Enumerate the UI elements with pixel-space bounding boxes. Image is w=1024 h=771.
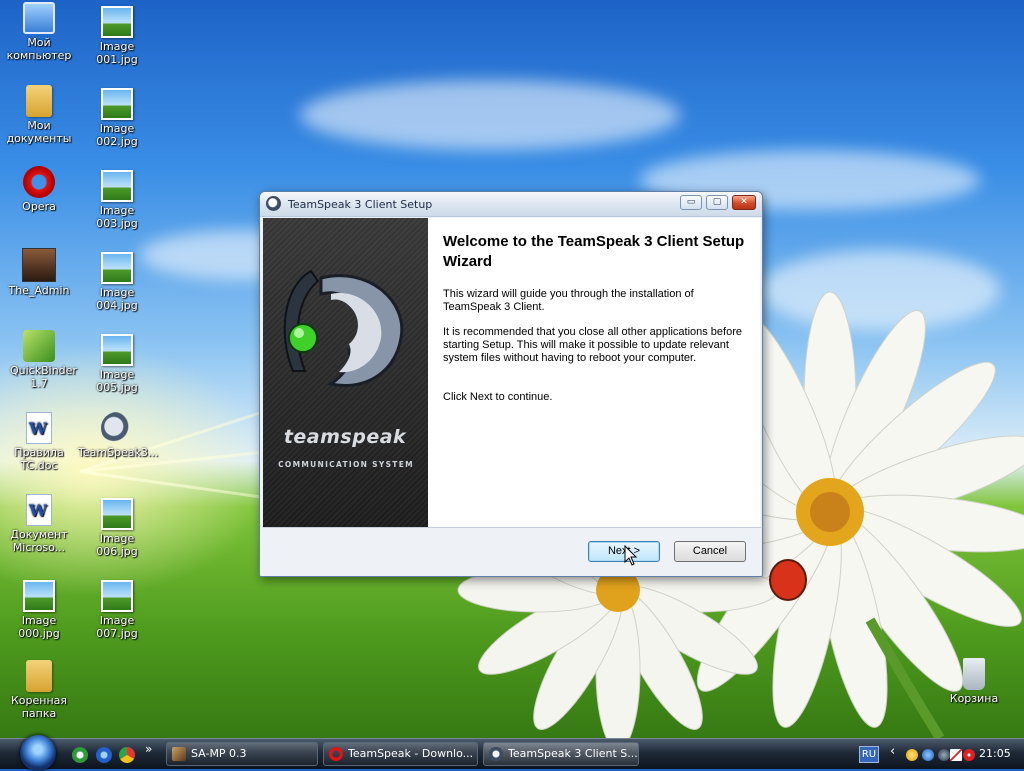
taskbar-item-label: SA-MP 0.3: [191, 747, 247, 760]
window-titlebar[interactable]: TeamSpeak 3 Client Setup ▭ ▢ ✕: [260, 192, 762, 217]
opera-icon: [23, 166, 55, 198]
desktop-icon-ms-document[interactable]: Документ Microso...: [0, 494, 78, 554]
taskbar-item-opera[interactable]: TeamSpeak - Downlo...: [323, 742, 478, 766]
taskbar-item-label: TeamSpeak 3 Client S...: [508, 747, 638, 760]
desktop-icon-image-000[interactable]: Image 000.jpg: [0, 580, 78, 640]
image-file-icon: [101, 6, 133, 38]
mouse-cursor-icon: [624, 545, 638, 566]
word-document-icon: [26, 412, 52, 444]
desktop-icon-opera[interactable]: Opera: [0, 166, 78, 213]
close-button[interactable]: ✕: [732, 195, 756, 210]
desktop-icon-label: Image 003.jpg: [96, 204, 138, 230]
samp-icon: [172, 747, 186, 761]
taskbar-item-teamspeak-setup[interactable]: TeamSpeak 3 Client S...: [483, 742, 639, 766]
tray-stop-icon[interactable]: [963, 749, 975, 761]
wizard-content: Welcome to the TeamSpeak 3 Client Setup …: [428, 218, 760, 527]
opera-icon: [329, 747, 343, 761]
desktop-icon-label: Мой компьютер: [6, 36, 72, 62]
desktop-icon-rules-doc[interactable]: Правила TC.doc: [0, 412, 78, 472]
desktop-icon-image-002[interactable]: Image 002.jpg: [78, 88, 156, 148]
language-indicator[interactable]: RU: [859, 746, 879, 763]
folder-icon: [26, 660, 52, 692]
image-file-icon: [101, 334, 133, 366]
ladybug-icon: [769, 559, 807, 601]
tray-expand-button[interactable]: ‹: [890, 744, 895, 759]
desktop-icon-label: Image 002.jpg: [96, 122, 138, 148]
desktop-icon-label: Image 007.jpg: [96, 614, 138, 640]
separator: [263, 527, 761, 528]
maximize-button[interactable]: ▢: [706, 195, 728, 210]
recycle-bin-icon: [963, 658, 985, 690]
brand-tagline: COMMUNICATION SYSTEM: [278, 460, 414, 469]
taskbar: » SA-MP 0.3 TeamSpeak - Downlo... TeamSp…: [0, 735, 1024, 771]
desktop-icon-my-computer[interactable]: Мой компьютер: [0, 2, 78, 62]
desktop-icon-image-003[interactable]: Image 003.jpg: [78, 170, 156, 230]
minimize-button[interactable]: ▭: [680, 195, 702, 210]
desktop-icon-the-admin[interactable]: The_Admin: [0, 248, 78, 297]
wizard-heading: Welcome to the TeamSpeak 3 Client Setup …: [443, 233, 745, 270]
desktop-icon-image-001[interactable]: Image 001.jpg: [78, 6, 156, 66]
image-file-icon: [101, 252, 133, 284]
teamspeak-icon: [489, 747, 503, 761]
desktop-icon-my-documents[interactable]: Мои документы: [0, 85, 78, 145]
desktop-icon-image-005[interactable]: Image 005.jpg: [78, 334, 156, 394]
desktop-icon-label: Image 006.jpg: [96, 532, 138, 558]
desktop-icon-teamspeak3[interactable]: TeamSpeak3...: [78, 412, 159, 459]
cancel-button[interactable]: Cancel: [674, 541, 746, 562]
ie-icon[interactable]: [96, 747, 112, 763]
brand-wordmark: teamspeak: [283, 426, 407, 448]
taskbar-item-label: TeamSpeak - Downlo...: [348, 747, 474, 760]
setup-window: TeamSpeak 3 Client Setup ▭ ▢ ✕ teamspeak…: [259, 191, 763, 577]
tray-network-icon[interactable]: [922, 749, 934, 761]
desktop-icon-image-007[interactable]: Image 007.jpg: [78, 580, 156, 640]
utorrent-icon[interactable]: [72, 747, 88, 763]
taskbar-item-samp[interactable]: SA-MP 0.3: [166, 742, 318, 766]
desktop-icon-label: Правила TC.doc: [14, 446, 64, 472]
desktop-icon-label: Image 005.jpg: [96, 368, 138, 394]
wizard-intro-text: This wizard will guide you through the i…: [443, 288, 694, 313]
tray-volume-icon[interactable]: [938, 749, 950, 761]
my-documents-folder-icon: [26, 85, 52, 117]
desktop-icon-label: The_Admin: [8, 284, 70, 297]
desktop-icon-label: Opera: [22, 200, 56, 213]
wizard-side-banner: teamspeak COMMUNICATION SYSTEM: [263, 218, 428, 527]
user-avatar-icon: [22, 248, 56, 282]
window-title: TeamSpeak 3 Client Setup: [288, 198, 433, 211]
desktop-icon-label: QuickBinder 1.7: [10, 364, 77, 390]
teamspeak-icon: [266, 196, 281, 211]
image-file-icon: [23, 580, 55, 612]
chrome-icon[interactable]: [119, 747, 135, 763]
quicklaunch-more-button[interactable]: »: [145, 742, 152, 756]
desktop-icon-label: Документ Microso...: [10, 528, 68, 554]
desktop-icon-label: Image 000.jpg: [18, 614, 60, 640]
desktop-icon-label: TeamSpeak3...: [78, 446, 159, 459]
image-file-icon: [101, 498, 133, 530]
taskbar-clock[interactable]: 21:05: [979, 747, 1011, 760]
desktop-icon-label: Image 001.jpg: [96, 40, 138, 66]
wizard-continue-text: Click Next to continue.: [443, 391, 553, 403]
wizard-recommendation-text: It is recommended that you close all oth…: [443, 326, 742, 364]
tray-no-network-icon[interactable]: [950, 749, 962, 761]
teamspeak-logo-icon: [283, 269, 404, 387]
desktop-icon-label: Корзина: [949, 692, 999, 705]
word-document-icon: [26, 494, 52, 526]
image-file-icon: [101, 580, 133, 612]
desktop-icon-image-006[interactable]: Image 006.jpg: [78, 498, 156, 558]
desktop-icon-recycle-bin[interactable]: Корзина: [935, 658, 1013, 705]
my-computer-icon: [23, 2, 55, 34]
start-button[interactable]: [20, 735, 56, 771]
desktop-icon-label: Коренная папка: [11, 694, 68, 720]
desktop-icon-quickbinder[interactable]: QuickBinder 1.7: [0, 330, 78, 390]
desktop-icon-label: Мои документы: [6, 119, 72, 145]
teamspeak-icon: [101, 412, 133, 444]
image-file-icon: [101, 170, 133, 202]
desktop-icon-label: Image 004.jpg: [96, 286, 138, 312]
image-file-icon: [101, 88, 133, 120]
tray-smiley-icon[interactable]: [906, 749, 918, 761]
desktop-icon-image-004[interactable]: Image 004.jpg: [78, 252, 156, 312]
quickbinder-icon: [23, 330, 55, 362]
desktop-icon-root-folder[interactable]: Коренная папка: [0, 660, 78, 720]
